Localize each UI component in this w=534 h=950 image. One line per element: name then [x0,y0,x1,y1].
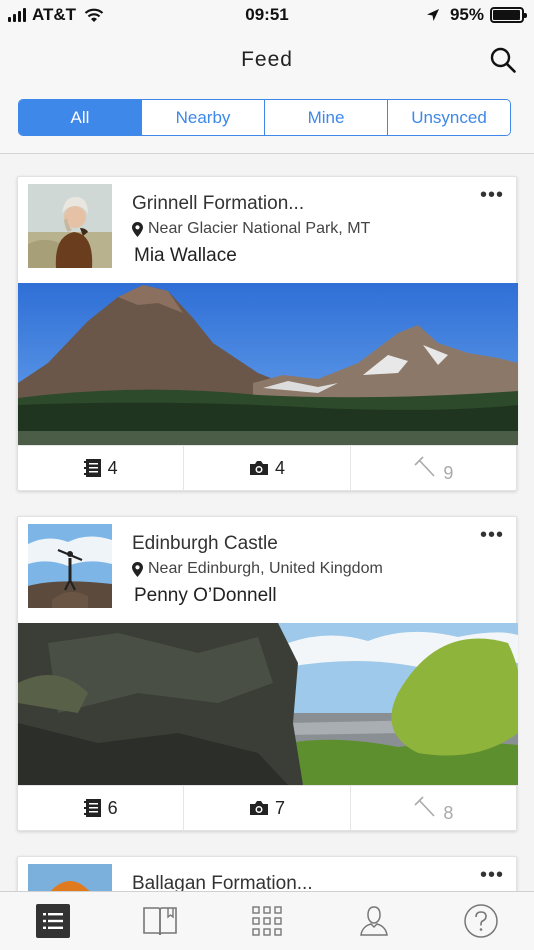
card-title: Grinnell Formation... [132,193,305,214]
tab-help[interactable] [427,892,534,950]
card-username[interactable]: Penny O’Donnell [134,585,277,607]
card-username[interactable]: Mia Wallace [134,245,237,267]
feed-list[interactable]: Grinnell Formation... Near Glacier Natio… [0,155,534,891]
photos-count: 4 [274,457,285,478]
battery-percent: 95% [449,5,484,24]
card-stats-bar: 6 7 8 [18,785,516,830]
card-header: Edinburgh Castle Near Edinburgh, United … [18,517,516,623]
help-icon [463,904,498,938]
card-photo[interactable] [18,623,518,785]
photos-stat[interactable]: 4 [184,446,351,490]
battery-icon [490,7,527,23]
card-title: Edinburgh Castle [132,533,278,554]
tab-grid[interactable] [214,892,321,950]
profile-icon [359,906,388,936]
card-header: Ballagan Formation... ••• [18,857,516,891]
map-pin-icon [132,221,143,237]
notes-icon [83,459,101,477]
more-options-button[interactable]: ••• [480,525,504,545]
card-photo[interactable] [18,283,518,445]
search-button[interactable] [486,43,520,77]
rock-hammer-icon [414,796,435,817]
feed-card[interactable]: Ballagan Formation... ••• [17,856,517,891]
battery-fill [493,10,520,20]
tab-bar [0,891,534,950]
camera-icon [249,801,268,815]
page-title: Feed [241,48,293,71]
more-options-button[interactable]: ••• [480,185,504,205]
location-text: Near Edinburgh, United Kingdom [148,560,383,577]
photos-count: 7 [274,797,285,818]
photos-stat[interactable]: 7 [184,786,351,830]
samples-stat[interactable]: 9 [351,446,516,490]
notes-icon [83,799,101,817]
map-pin-icon [132,561,143,577]
tab-notebook[interactable] [107,892,214,950]
rock-hammer-icon [414,456,435,477]
feed-card[interactable]: Edinburgh Castle Near Edinburgh, United … [17,516,518,831]
samples-count: 8 [443,802,454,823]
card-location: Near Glacier National Park, MT [132,220,370,238]
feed-card[interactable]: Grinnell Formation... Near Glacier Natio… [17,176,518,491]
user-avatar[interactable] [28,524,112,608]
feed-list-icon [36,904,71,938]
segment-nearby[interactable]: Nearby [142,100,265,135]
segment-all[interactable]: All [19,100,142,135]
camera-icon [249,461,268,475]
notes-stat[interactable]: 6 [18,786,185,830]
search-icon [490,47,516,73]
grid-icon [252,906,282,936]
more-options-button[interactable]: ••• [480,865,504,885]
location-arrow-icon [426,9,439,21]
notes-count: 4 [107,457,118,478]
notes-stat[interactable]: 4 [18,446,185,490]
notebook-icon [143,907,177,936]
status-bar: AT&T 09:51 95% [0,0,534,34]
tab-feed[interactable] [0,892,107,950]
card-header: Grinnell Formation... Near Glacier Natio… [18,177,516,283]
segment-mine[interactable]: Mine [265,100,388,135]
card-title: Ballagan Formation... [132,873,313,891]
tab-profile[interactable] [320,892,427,950]
segment-unsynced[interactable]: Unsynced [388,100,510,135]
samples-count: 9 [443,462,454,483]
location-text: Near Glacier National Park, MT [148,220,371,237]
samples-stat[interactable]: 8 [351,786,516,830]
feed-filter-segmented-control: All Nearby Mine Unsynced [18,99,511,136]
user-avatar[interactable] [28,184,112,268]
card-location: Near Edinburgh, United Kingdom [132,560,383,578]
user-avatar[interactable] [28,864,112,891]
notes-count: 6 [107,797,118,818]
status-right: 95% [426,5,527,25]
navigation-bar: Feed All Nearby Mine Unsynced [0,34,534,154]
card-stats-bar: 4 4 9 [18,445,516,490]
